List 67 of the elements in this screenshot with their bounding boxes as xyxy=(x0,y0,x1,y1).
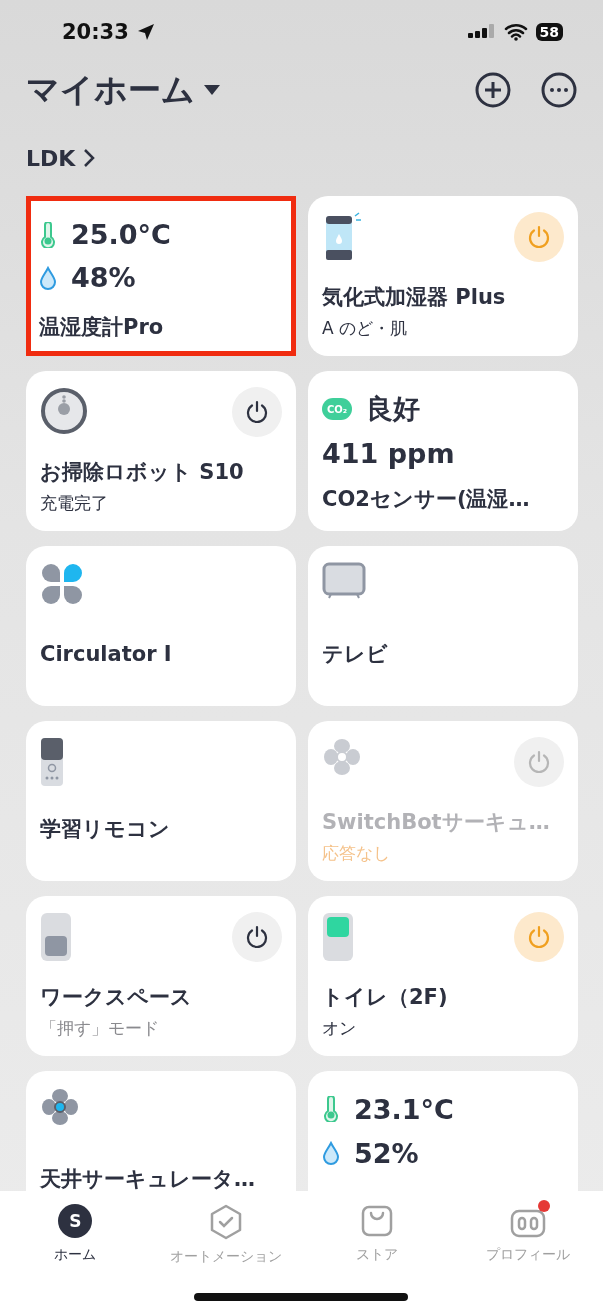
nav-tab[interactable]: S ホーム xyxy=(0,1203,151,1273)
fan-icon xyxy=(322,737,362,777)
dropdown-caret-icon[interactable] xyxy=(203,84,221,96)
device-name: 天井サーキュレータ… xyxy=(40,1167,256,1191)
temperature-reading: 23.1°C xyxy=(354,1093,454,1125)
switch-icon xyxy=(322,912,354,962)
home-title[interactable]: マイホーム xyxy=(26,67,195,113)
air-quality-label: 良好 xyxy=(366,392,420,426)
device-status: オン xyxy=(322,1017,357,1040)
room-link[interactable]: LDK xyxy=(26,145,76,171)
device-name: ワークスペース xyxy=(40,985,193,1009)
device-status: 充電完了 xyxy=(40,492,109,515)
device-name: 気化式加湿器 Plus xyxy=(322,285,507,309)
device-status: 「押す」モード xyxy=(40,1017,160,1040)
device-card[interactable]: 天井サーキュレータ… xyxy=(26,1071,296,1191)
status-time: 20:33 xyxy=(62,20,129,44)
fan-icon xyxy=(40,1087,80,1127)
device-name: 温湿度計Pro xyxy=(39,315,165,339)
device-card[interactable]: トイレ（2F) オン xyxy=(308,896,578,1056)
device-name: Circulator I xyxy=(40,642,173,666)
co2-reading: 411 ppm xyxy=(322,437,455,469)
sensor-card[interactable]: CO₂ 良好 411 ppm CO2センサー(温湿… xyxy=(308,371,578,531)
device-status: A のど・肌 xyxy=(322,317,409,340)
robot-vacuum-icon xyxy=(40,387,88,435)
sensor-card[interactable]: 23.1°C 52% xyxy=(308,1071,578,1191)
thermometer-icon xyxy=(39,221,57,248)
switch-icon xyxy=(40,912,72,962)
device-card[interactable]: ワークスペース 「押す」モード xyxy=(26,896,296,1056)
device-name: テレビ xyxy=(322,642,389,666)
power-icon xyxy=(526,224,552,250)
chevron-right-icon[interactable] xyxy=(83,148,96,168)
avatar-icon: S xyxy=(58,1204,93,1238)
device-card[interactable]: テレビ xyxy=(308,546,578,706)
remote-control-icon xyxy=(40,737,64,787)
humidity-reading: 48% xyxy=(71,262,136,293)
thermometer-icon xyxy=(322,1096,340,1122)
device-name: SwitchBotサーキュ… xyxy=(322,810,551,834)
device-card[interactable]: 気化式加湿器 Plus A のど・肌 xyxy=(308,196,578,356)
device-name: CO2センサー(温湿… xyxy=(322,487,531,511)
device-name: トイレ（2F) xyxy=(322,985,449,1009)
co2-icon: CO₂ xyxy=(322,398,352,420)
device-card[interactable]: お掃除ロボット S10 充電完了 xyxy=(26,371,296,531)
power-button[interactable] xyxy=(232,912,282,962)
power-icon xyxy=(244,924,270,950)
power-icon xyxy=(244,399,270,425)
water-drop-icon xyxy=(39,265,57,290)
temperature-reading: 25.0°C xyxy=(71,219,171,250)
more-icon[interactable] xyxy=(541,72,577,108)
device-name: 学習リモコン xyxy=(40,817,171,841)
add-icon[interactable] xyxy=(475,72,511,108)
sensor-card[interactable]: 25.0°C 48% 温湿度計Pro xyxy=(26,196,296,356)
device-card[interactable]: Circulator I xyxy=(26,546,296,706)
device-status: 応答なし xyxy=(322,842,391,865)
device-name: お掃除ロボット S10 xyxy=(40,460,245,484)
device-card[interactable]: 学習リモコン xyxy=(26,721,296,881)
location-arrow-icon xyxy=(136,23,155,41)
battery-level: 58 xyxy=(535,23,563,41)
circulator-icon xyxy=(40,562,84,606)
signal-icon xyxy=(467,23,496,41)
power-icon xyxy=(526,749,552,775)
wifi-icon xyxy=(503,23,528,41)
water-drop-icon xyxy=(322,1141,340,1165)
power-icon xyxy=(526,924,552,950)
tv-icon xyxy=(322,562,366,600)
humidity-reading: 52% xyxy=(354,1137,419,1169)
shopping-bag-icon xyxy=(359,1204,394,1238)
power-button[interactable] xyxy=(232,387,282,437)
